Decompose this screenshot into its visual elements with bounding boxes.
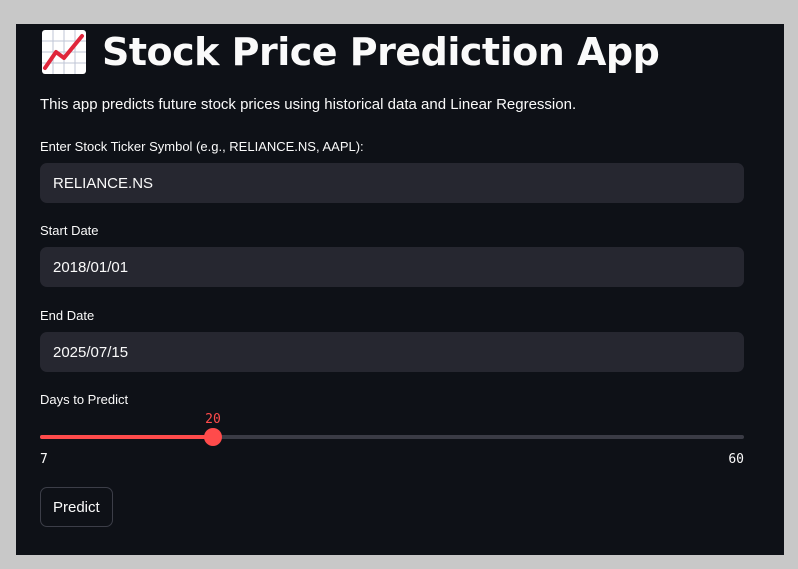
days-slider-track[interactable]: [40, 435, 744, 439]
ticker-input[interactable]: RELIANCE.NS: [40, 163, 744, 203]
ticker-input-value: RELIANCE.NS: [53, 174, 154, 192]
slider-max-label: 60: [728, 452, 744, 467]
days-slider-thumb[interactable]: [204, 428, 222, 446]
end-date-value: 2025/07/15: [53, 343, 129, 361]
start-date-input[interactable]: 2018/01/01: [40, 247, 744, 287]
app-window: Stock Price Prediction App This app pred…: [16, 24, 784, 555]
intro-text: This app predicts future stock prices us…: [40, 96, 577, 113]
ticker-label: Enter Stock Ticker Symbol (e.g., RELIANC…: [40, 139, 364, 154]
start-date-label: Start Date: [40, 223, 99, 238]
days-slider-fill: [40, 435, 213, 439]
end-date-input[interactable]: 2025/07/15: [40, 332, 744, 372]
slider-min-label: 7: [40, 452, 48, 467]
slider-current-value: 20: [205, 412, 221, 427]
days-to-predict-label: Days to Predict: [40, 392, 129, 407]
page-title: Stock Price Prediction App: [42, 28, 660, 76]
chart-increasing-icon: [42, 30, 86, 74]
predict-button[interactable]: Predict: [40, 487, 113, 527]
start-date-value: 2018/01/01: [53, 258, 129, 276]
end-date-label: End Date: [40, 308, 95, 323]
app-title-text: Stock Price Prediction App: [102, 30, 660, 74]
